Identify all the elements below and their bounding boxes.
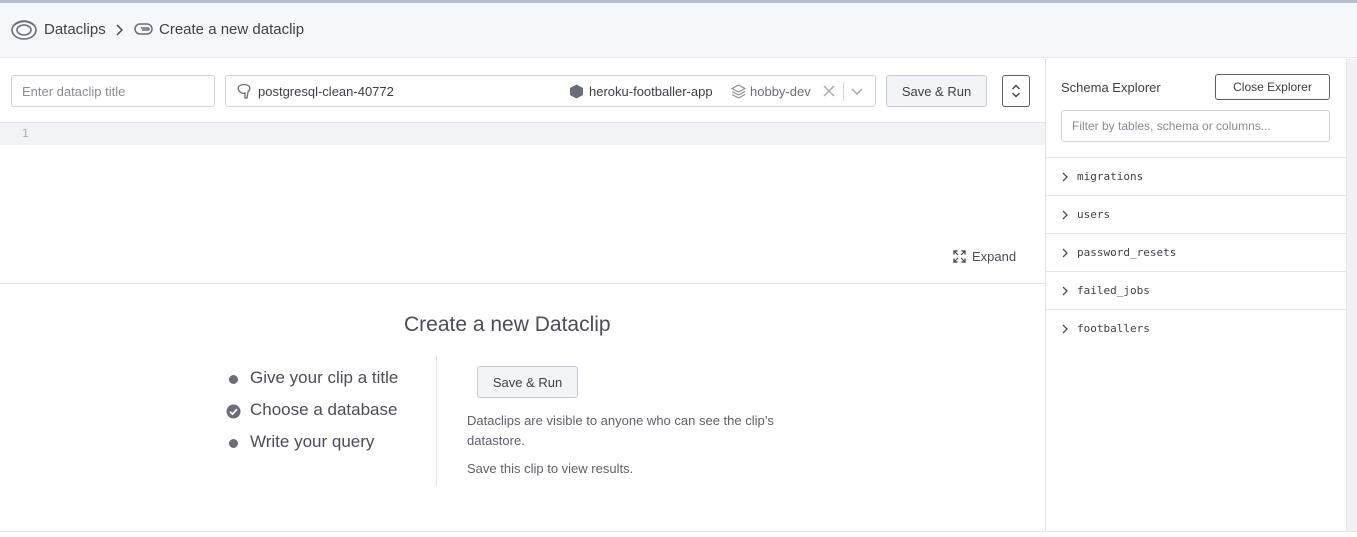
close-explorer-button[interactable]: Close Explorer xyxy=(1215,74,1330,100)
table-name: footballers xyxy=(1077,322,1150,335)
plan-name: hobby-dev xyxy=(750,84,811,99)
table-row-footballers[interactable]: footballers xyxy=(1046,309,1346,347)
table-row-failed-jobs[interactable]: failed_jobs xyxy=(1046,271,1346,309)
main-panel: postgresql-clean-40772 heroku-footballer… xyxy=(0,59,1045,531)
chevron-right-icon xyxy=(1060,170,1070,182)
database-name: postgresql-clean-40772 xyxy=(258,84,394,99)
schema-explorer-title: Schema Explorer xyxy=(1061,80,1161,95)
editor-gutter: 1 xyxy=(0,123,57,145)
chevron-right-icon xyxy=(113,18,127,42)
check-circle-icon xyxy=(226,404,241,419)
expand-label: Expand xyxy=(972,249,1017,264)
step-label: Give your clip a title xyxy=(250,368,399,387)
bullet-icon xyxy=(229,375,238,384)
schema-filter-input[interactable] xyxy=(1061,110,1330,142)
save-and-run-button-secondary[interactable]: Save & Run xyxy=(477,366,578,398)
app-name: heroku-footballer-app xyxy=(589,84,713,99)
chevron-right-icon xyxy=(1060,322,1070,334)
stack-plan-icon xyxy=(730,84,747,99)
table-name: users xyxy=(1077,208,1111,221)
line-number: 1 xyxy=(22,127,29,140)
visibility-note: Dataclips are visible to anyone who can … xyxy=(467,413,774,448)
postgres-elephant-icon xyxy=(236,83,253,100)
schema-explorer-panel: Schema Explorer Close Explorer migration… xyxy=(1045,59,1346,531)
database-select[interactable]: postgresql-clean-40772 heroku-footballer… xyxy=(225,75,876,107)
sql-editor[interactable]: 1 Expand xyxy=(0,122,1045,283)
close-icon[interactable] xyxy=(822,84,836,98)
step-label: Choose a database xyxy=(250,400,398,419)
empty-state-title: Create a new Dataclip xyxy=(404,313,611,336)
editor-active-line[interactable] xyxy=(57,123,1045,145)
table-name: failed_jobs xyxy=(1077,284,1150,297)
app-header: Dataclips Create a new dataclip xyxy=(0,3,1357,58)
step-label: Write your query xyxy=(250,432,375,451)
editor-divider xyxy=(0,283,1045,284)
table-name: migrations xyxy=(1077,170,1144,183)
expand-icon xyxy=(953,250,966,263)
chevron-right-icon xyxy=(1060,284,1070,296)
heroku-app-hex-icon xyxy=(569,84,584,99)
table-name: password_resets xyxy=(1077,246,1177,259)
sort-up-down-icon xyxy=(1003,84,1029,109)
results-note: Save this clip to view results. xyxy=(467,461,634,476)
page-scrollbar[interactable] xyxy=(1346,59,1357,531)
table-row-migrations[interactable]: migrations xyxy=(1046,157,1346,195)
chevron-right-icon xyxy=(1060,208,1070,220)
bullet-icon xyxy=(229,439,238,448)
toggle-panel-button[interactable] xyxy=(1002,75,1030,107)
bottom-border xyxy=(0,531,1357,537)
dropdown-separator xyxy=(843,82,844,101)
breadcrumb-dataclips-link[interactable]: Dataclips xyxy=(44,21,106,38)
dataclips-logo-icon[interactable] xyxy=(10,18,38,42)
save-and-run-button[interactable]: Save & Run xyxy=(886,75,987,107)
dataclip-icon xyxy=(133,20,155,38)
empty-state-divider xyxy=(436,356,437,486)
schema-table-list: migrations users password_resets failed_… xyxy=(1046,157,1346,347)
breadcrumb-current-page: Create a new dataclip xyxy=(159,21,305,38)
table-row-password-resets[interactable]: password_resets xyxy=(1046,233,1346,271)
chevron-right-icon xyxy=(1060,246,1070,258)
dataclip-title-input[interactable] xyxy=(11,75,215,107)
chevron-down-icon[interactable] xyxy=(850,85,864,99)
table-row-users[interactable]: users xyxy=(1046,195,1346,233)
